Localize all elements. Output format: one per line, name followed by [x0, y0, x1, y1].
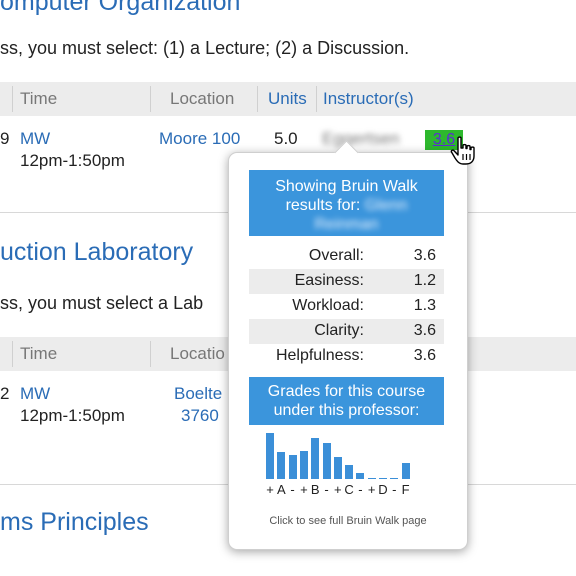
rating-value: 1.2: [413, 272, 436, 289]
units-value: 5.0: [274, 129, 298, 148]
time-range: 12pm-1:50pm: [20, 151, 125, 170]
column-divider: [316, 86, 317, 112]
rating-label: Overall:: [308, 247, 364, 264]
enrollment-requirement: ss, you must select: (1) a Lecture; (2) …: [0, 38, 410, 58]
location-link[interactable]: Moore 100: [159, 129, 240, 149]
days-link[interactable]: MW: [20, 129, 50, 149]
rating-row-overall: Overall: 3.6: [249, 244, 444, 269]
column-header-location: Locatio: [170, 344, 225, 363]
professor-surname-blurred: Reinman: [314, 216, 379, 233]
rating-label: Clarity:: [314, 322, 364, 339]
table-header: Time Location Units Instructor(s): [0, 82, 576, 116]
column-header-time: Time: [20, 344, 58, 363]
hand-pointer-icon: [450, 136, 475, 165]
rating-label: Helpfulness:: [275, 347, 364, 364]
rating-row-workload: Workload: 1.3: [249, 294, 444, 319]
rating-label: Workload:: [292, 297, 364, 314]
column-header-location: Location: [170, 89, 235, 108]
course-title: uction Laboratory: [0, 238, 194, 266]
rating-row-easiness: Easiness: 1.2: [249, 269, 444, 294]
rating-value: 1.3: [413, 297, 436, 314]
course-title: omputer Organization: [0, 0, 241, 16]
column-header-instructor[interactable]: Instructor(s): [323, 89, 414, 109]
rating-value: 3.6: [413, 347, 436, 364]
grades-header-line2: under this professor:: [273, 402, 420, 419]
full-bruinwalk-link[interactable]: Click to see full Bruin Walk page: [228, 515, 468, 527]
professor-name-blurred: Glenn: [364, 197, 408, 214]
rating-row-clarity: Clarity: 3.6: [249, 319, 444, 344]
days-link[interactable]: MW: [20, 384, 50, 404]
column-divider: [150, 341, 151, 367]
rating-label: Easiness:: [294, 272, 364, 289]
rating-value: 3.6: [413, 247, 436, 264]
rating-row-helpfulness: Helpfulness: 3.6: [249, 344, 444, 369]
column-divider: [12, 341, 13, 367]
popup-header-line2: results for: Glenn: [285, 197, 408, 214]
rating-value: 3.6: [413, 322, 436, 339]
course-title: ms Principles: [0, 508, 149, 536]
column-divider: [12, 86, 13, 112]
column-divider: [257, 86, 258, 112]
section-number: 2: [0, 384, 10, 403]
column-header-units[interactable]: Units: [268, 89, 307, 109]
enrollment-requirement: ss, you must select a Lab: [0, 293, 204, 313]
popup-header-line1: Showing Bruin Walk: [275, 178, 418, 195]
location-link[interactable]: Boelte: [174, 384, 222, 404]
column-divider: [150, 86, 151, 112]
location-room-link[interactable]: 3760: [181, 406, 219, 426]
grades-header: Grades for this course under this profes…: [249, 377, 444, 425]
grades-header-line1: Grades for this course: [267, 383, 426, 400]
popup-header: Showing Bruin Walk results for: Glenn Re…: [249, 170, 444, 236]
section-number: 9: [0, 129, 10, 148]
instructor-name: Eggertsen: [322, 129, 400, 148]
column-header-time: Time: [20, 89, 58, 108]
time-range: 12pm-1:50pm: [20, 406, 125, 425]
